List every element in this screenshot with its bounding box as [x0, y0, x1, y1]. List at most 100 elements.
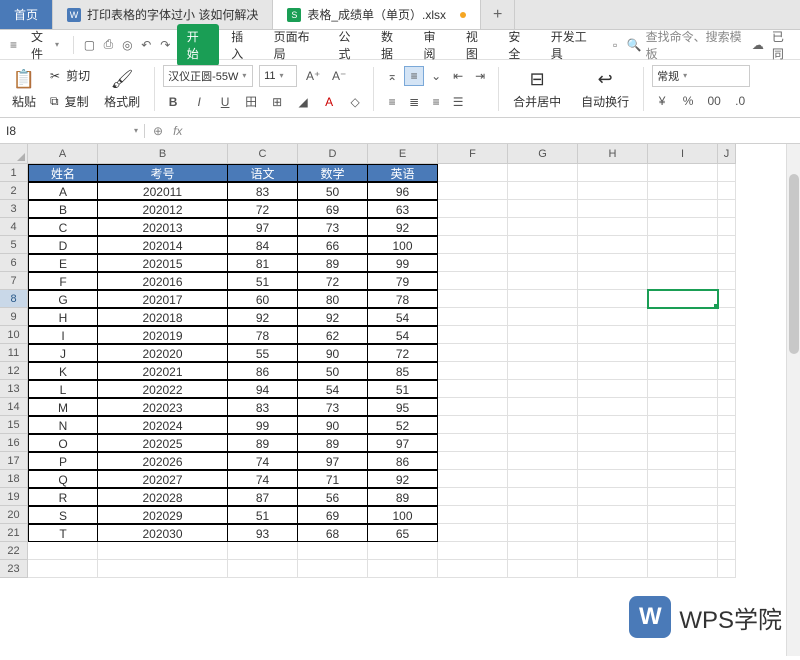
cell[interactable]: 202012	[98, 200, 228, 218]
cell[interactable]: 89	[298, 254, 368, 272]
cell[interactable]	[648, 200, 718, 218]
cell[interactable]: S	[28, 506, 98, 524]
cell[interactable]: 54	[368, 308, 438, 326]
cell[interactable]	[718, 524, 736, 542]
cell[interactable]	[718, 200, 736, 218]
cell[interactable]: 51	[368, 380, 438, 398]
cell[interactable]: 考号	[98, 164, 228, 182]
cell[interactable]: 84	[228, 236, 298, 254]
cell[interactable]: 202029	[98, 506, 228, 524]
cell[interactable]: P	[28, 452, 98, 470]
cell[interactable]	[718, 218, 736, 236]
cell[interactable]: 97	[298, 452, 368, 470]
cell[interactable]: A	[28, 182, 98, 200]
cell[interactable]: 89	[228, 434, 298, 452]
column-header-C[interactable]: C	[228, 144, 298, 164]
cell[interactable]: 51	[228, 272, 298, 290]
cell[interactable]: 69	[298, 506, 368, 524]
cell[interactable]: 97	[368, 434, 438, 452]
indent-decrease-button[interactable]: ⇤	[448, 66, 468, 86]
wrap-text-button[interactable]: ↩ 自动换行	[575, 65, 635, 112]
row-header-10[interactable]: 10	[0, 326, 28, 344]
cell[interactable]: 72	[368, 344, 438, 362]
column-header-I[interactable]: I	[648, 144, 718, 164]
row-header-22[interactable]: 22	[0, 542, 28, 560]
cell[interactable]	[718, 236, 736, 254]
row-header-17[interactable]: 17	[0, 452, 28, 470]
cell[interactable]: 202018	[98, 308, 228, 326]
cell[interactable]	[438, 218, 508, 236]
cell[interactable]: 92	[368, 470, 438, 488]
cell[interactable]: K	[28, 362, 98, 380]
cell[interactable]	[718, 560, 736, 578]
cell[interactable]	[648, 164, 718, 182]
save-icon[interactable]: ▢	[82, 37, 97, 53]
cell[interactable]	[578, 272, 648, 290]
row-header-23[interactable]: 23	[0, 560, 28, 578]
menu-layout[interactable]: 页面布局	[266, 24, 327, 66]
cell[interactable]: 60	[228, 290, 298, 308]
cell[interactable]	[648, 182, 718, 200]
phonetic-button[interactable]: ◇	[345, 92, 365, 112]
cell[interactable]	[578, 434, 648, 452]
print-icon[interactable]: ⎙	[101, 37, 116, 53]
cell[interactable]: 78	[368, 290, 438, 308]
cell[interactable]	[648, 308, 718, 326]
align-top-button[interactable]: ⌅	[382, 66, 402, 86]
cell[interactable]	[578, 542, 648, 560]
cell[interactable]: 93	[228, 524, 298, 542]
cell[interactable]	[718, 290, 736, 308]
indent-increase-button[interactable]: ⇥	[470, 66, 490, 86]
cell[interactable]	[438, 416, 508, 434]
cell[interactable]: 80	[298, 290, 368, 308]
fx-icon[interactable]: fx	[173, 124, 182, 138]
cell[interactable]	[298, 542, 368, 560]
cell[interactable]	[578, 218, 648, 236]
row-header-8[interactable]: 8	[0, 290, 28, 308]
file-menu[interactable]: 文件 ▾	[25, 26, 65, 64]
menu-data[interactable]: 数据	[373, 24, 411, 66]
row-header-12[interactable]: 12	[0, 362, 28, 380]
cell[interactable]	[648, 362, 718, 380]
cell[interactable]: G	[28, 290, 98, 308]
cell[interactable]	[438, 542, 508, 560]
currency-button[interactable]: ¥	[652, 91, 672, 111]
merge-center-button[interactable]: ⊟ 合并居中	[507, 65, 567, 112]
increase-font-button[interactable]: A⁺	[303, 66, 323, 86]
cell[interactable]	[98, 560, 228, 578]
decimal-inc-button[interactable]: .0	[730, 91, 750, 111]
cell[interactable]: 92	[368, 218, 438, 236]
cell[interactable]	[648, 380, 718, 398]
cell[interactable]: 202023	[98, 398, 228, 416]
cell[interactable]	[368, 542, 438, 560]
cells-area[interactable]: 姓名考号语文数学英语A202011835096B202012726963C202…	[28, 164, 736, 578]
cell[interactable]	[718, 380, 736, 398]
cell[interactable]	[438, 362, 508, 380]
cell[interactable]: 50	[298, 182, 368, 200]
cell[interactable]: 86	[368, 452, 438, 470]
cell[interactable]	[508, 560, 578, 578]
cell[interactable]: 202014	[98, 236, 228, 254]
cell[interactable]	[578, 524, 648, 542]
column-header-B[interactable]: B	[98, 144, 228, 164]
cell[interactable]: 65	[368, 524, 438, 542]
font-name-select[interactable]: 汉仪正圆-55W ▾	[163, 65, 253, 87]
cell[interactable]	[508, 290, 578, 308]
border-button[interactable]: 田	[241, 92, 261, 112]
cell[interactable]: 202022	[98, 380, 228, 398]
cell[interactable]	[718, 416, 736, 434]
cell[interactable]	[438, 488, 508, 506]
font-size-select[interactable]: 11 ▾	[259, 65, 297, 87]
cell[interactable]	[648, 290, 718, 308]
cell[interactable]	[578, 506, 648, 524]
menu-dev[interactable]: 开发工具	[543, 24, 604, 66]
row-header-1[interactable]: 1	[0, 164, 28, 182]
cell[interactable]: L	[28, 380, 98, 398]
menu-start[interactable]: 开始	[177, 24, 219, 66]
cell[interactable]: 86	[228, 362, 298, 380]
row-header-15[interactable]: 15	[0, 416, 28, 434]
cell[interactable]: M	[28, 398, 98, 416]
cell[interactable]	[578, 236, 648, 254]
cell[interactable]: T	[28, 524, 98, 542]
cell[interactable]	[718, 470, 736, 488]
